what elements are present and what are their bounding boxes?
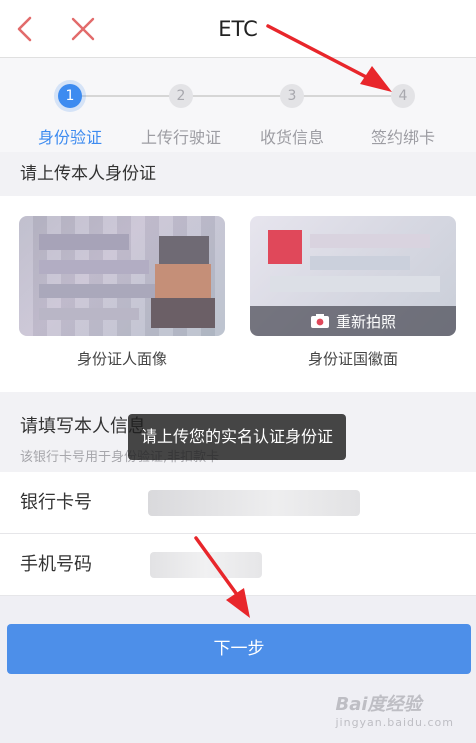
id-upload-area: 身份证人面像 重新拍照 身份证国徽面	[0, 196, 476, 392]
close-icon[interactable]	[66, 12, 100, 46]
step-label: 身份验证	[37, 128, 102, 147]
bank-card-field[interactable]	[148, 490, 360, 516]
id-front-caption: 身份证人面像	[76, 350, 167, 368]
step-number: 3	[280, 84, 304, 108]
step-number: 4	[391, 84, 415, 108]
back-icon[interactable]	[8, 12, 42, 46]
step-indicator: 1 身份验证 2 上传行驶证 3 收货信息 4 签约绑卡	[0, 58, 476, 152]
id-back-image[interactable]: 重新拍照	[250, 216, 456, 336]
step-label: 上传行驶证	[140, 128, 221, 147]
phone-label: 手机号码	[20, 554, 92, 575]
bank-card-row[interactable]: 银行卡号	[0, 472, 476, 534]
step-1: 1 身份验证	[15, 84, 125, 148]
step-label: 签约绑卡	[370, 128, 435, 147]
step-3: 3 收货信息	[237, 84, 347, 148]
id-front-image[interactable]	[19, 216, 225, 336]
camera-icon	[310, 314, 329, 328]
watermark: Bai度经验 jingyan.baidu.com	[335, 690, 454, 729]
phone-field[interactable]	[150, 552, 262, 578]
phone-row[interactable]: 手机号码	[0, 534, 476, 596]
step-number: 2	[169, 84, 193, 108]
id-section-heading: 请上传本人身份证	[0, 152, 476, 196]
watermark-sub: jingyan.baidu.com	[335, 716, 454, 729]
nav-bar: ETC	[0, 0, 476, 58]
toast-message: 请上传您的实名认证身份证	[128, 414, 346, 460]
next-step-button[interactable]: 下一步	[7, 624, 471, 674]
id-back-caption: 身份证国徽面	[307, 350, 398, 368]
step-2: 2 上传行驶证	[126, 84, 236, 148]
bank-card-label: 银行卡号	[20, 492, 92, 513]
step-number: 1	[58, 84, 82, 108]
retake-label: 重新拍照	[335, 312, 396, 331]
retake-photo-button[interactable]: 重新拍照	[250, 306, 456, 336]
step-label: 收货信息	[259, 128, 324, 147]
watermark-brand: Bai度经验	[335, 694, 422, 715]
step-4: 4 签约绑卡	[348, 84, 458, 148]
